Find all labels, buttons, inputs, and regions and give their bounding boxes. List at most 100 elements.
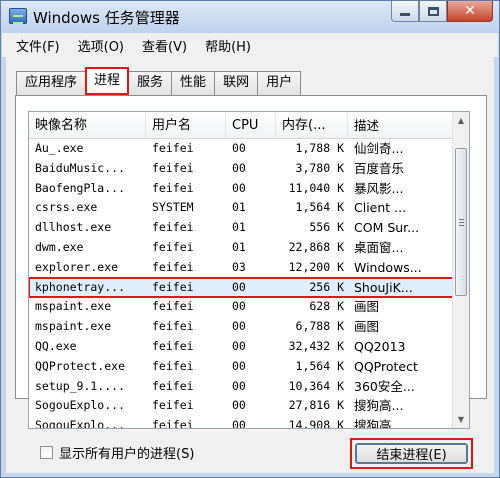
process-user: feifei: [152, 259, 194, 274]
process-description: 搜狗高...: [354, 418, 404, 429]
task-manager-window: Windows 任务管理器 ✕ 文件(F) 选项(O) 查看(V) 帮助(H) …: [0, 0, 500, 478]
process-description: 仙剑奇...: [354, 141, 404, 156]
tab-applications[interactable]: 应用程序: [16, 71, 87, 95]
column-cpu[interactable]: CPU: [226, 112, 276, 139]
process-cpu: 00: [232, 279, 246, 294]
close-icon: ✕: [464, 3, 476, 19]
process-row[interactable]: kphonetray... feifei 00 256 K ShouJiK...: [29, 276, 454, 299]
process-user: feifei: [152, 338, 194, 353]
tab-strip: 应用程序 进程 服务 性能 联网 用户: [16, 67, 302, 95]
process-cpu: 00: [232, 319, 246, 334]
process-name: setup_9.1....: [35, 378, 126, 393]
process-name: Au_.exe: [35, 141, 84, 155]
client-area: 应用程序 进程 服务 性能 联网 用户 映像名称 用户名 CPU 内存(... …: [6, 57, 494, 473]
scrollbar-grip-icon: [459, 219, 464, 226]
process-user: feifei: [152, 299, 194, 314]
process-user: feifei: [152, 239, 194, 254]
process-description: 暴风影...: [354, 180, 404, 196]
process-name: dwm.exe: [35, 239, 84, 254]
tab-users[interactable]: 用户: [257, 71, 302, 95]
process-description: 画图: [354, 299, 380, 315]
process-list[interactable]: 映像名称 用户名 CPU 内存(... 描述 Au_.exefeifei 00 1,…: [28, 111, 470, 429]
process-row[interactable]: csrss.exe SYSTEM 01 1,564 K Client ...: [29, 198, 453, 218]
menu-options[interactable]: 选项(O): [70, 36, 134, 55]
process-row[interactable]: QQ.exe feifei 00 32,432 K QQ2013: [29, 337, 453, 357]
show-all-users-option[interactable]: 显示所有用户的进程(S): [40, 443, 194, 462]
process-user: SYSTEM: [152, 200, 194, 215]
process-name: QQProtect.exe: [35, 358, 126, 373]
process-row[interactable]: BaofengPla... feifei 00 11,040 K 暴风影...: [29, 179, 453, 199]
close-button[interactable]: ✕: [447, 1, 493, 22]
scrollbar-thumb[interactable]: [455, 148, 467, 296]
process-row[interactable]: QQProtect.exe feifei 00 1,564 K QQProtect: [29, 357, 453, 377]
tab-services[interactable]: 服务: [128, 71, 173, 95]
tab-networking[interactable]: 联网: [214, 71, 259, 95]
scroll-down-arrow-icon[interactable]: ▼: [453, 411, 469, 428]
process-memory: 27,816 K: [288, 398, 344, 413]
process-list-header: 映像名称 用户名 CPU 内存(... 描述: [29, 112, 453, 139]
process-cpu: 00: [232, 418, 246, 429]
title-bar[interactable]: Windows 任务管理器 ✕: [1, 1, 499, 33]
process-user: feifei: [152, 220, 194, 235]
task-manager-app-icon: [9, 8, 27, 24]
tab-processes[interactable]: 进程: [85, 67, 130, 95]
process-name: BaiduMusic...: [35, 160, 126, 175]
end-process-button[interactable]: 结束进程(E): [355, 443, 468, 464]
process-memory: 10,364 K: [288, 378, 344, 393]
end-process-button-highlight: 结束进程(E): [350, 438, 473, 469]
process-memory: 1,564 K: [295, 200, 344, 215]
process-name: dllhost.exe: [35, 220, 112, 235]
column-description[interactable]: 描述: [348, 112, 453, 139]
process-name: SogouExplo...: [35, 398, 126, 413]
process-name: explorer.exe: [35, 259, 119, 274]
process-description: ShouJiK...: [354, 279, 413, 295]
process-cpu: 00: [232, 378, 246, 393]
vertical-scrollbar[interactable]: ▲ ▼: [452, 112, 469, 428]
process-cpu: 01: [232, 220, 246, 235]
process-memory: 1,564 K: [295, 358, 344, 373]
process-cpu: 00: [232, 180, 246, 195]
process-cpu: 01: [232, 200, 246, 215]
process-name: BaofengPla...: [35, 180, 126, 195]
process-description: QQ2013: [354, 338, 406, 354]
process-description: 搜狗高...: [354, 398, 404, 414]
show-all-users-checkbox[interactable]: [40, 446, 53, 459]
minimize-icon: [400, 12, 410, 16]
process-memory: 14,908 K: [288, 418, 344, 429]
scroll-up-arrow-icon[interactable]: ▲: [453, 112, 469, 129]
tab-performance[interactable]: 性能: [171, 71, 216, 95]
process-description: Client ...: [354, 200, 407, 216]
process-row[interactable]: setup_9.1.... feifei 00 10,364 K 360安全...: [29, 377, 453, 397]
show-all-users-label: 显示所有用户的进程(S): [59, 447, 195, 462]
menu-file[interactable]: 文件(F): [8, 36, 70, 55]
process-memory: 6,788 K: [295, 319, 344, 334]
process-row[interactable]: mspaint.exe feifei 00 6,788 K 画图: [29, 317, 453, 337]
process-row[interactable]: mspaint.exe feifei 00 628 K 画图: [29, 297, 453, 317]
process-cpu: 00: [232, 338, 246, 353]
process-rows: Au_.exefeifei 00 1,788 K 仙剑奇... BaiduMusic..…: [29, 139, 454, 429]
process-memory: 12,200 K: [288, 259, 344, 274]
process-user: feifei: [152, 319, 194, 334]
process-memory: 22,868 K: [288, 239, 344, 254]
process-row[interactable]: SogouExplo... feifei 00 14,908 K 搜狗高...: [29, 416, 453, 429]
process-description: 360安全...: [354, 378, 415, 394]
process-row[interactable]: dllhost.exe feifei 01 556 K COM Sur...: [29, 218, 453, 238]
process-description: QQProtect: [354, 358, 418, 374]
process-row[interactable]: SogouExplo... feifei 00 27,816 K 搜狗高...: [29, 396, 453, 416]
column-user-name[interactable]: 用户名: [146, 112, 226, 139]
process-row[interactable]: explorer.exe feifei 03 12,200 K Windows...: [29, 258, 453, 278]
maximize-button[interactable]: [419, 1, 447, 22]
process-row[interactable]: dwm.exe feifei 01 22,868 K 桌面窗...: [29, 238, 453, 258]
process-name: mspaint.exe: [35, 299, 112, 314]
process-description: 桌面窗...: [354, 239, 404, 255]
process-memory: 3,780 K: [295, 160, 344, 175]
process-memory: 556 K: [309, 220, 344, 235]
menu-view[interactable]: 查看(V): [134, 36, 197, 55]
column-memory[interactable]: 内存(...: [276, 112, 348, 139]
process-row[interactable]: BaiduMusic... feifei 00 3,780 K 百度音乐: [29, 159, 453, 179]
column-image-name[interactable]: 映像名称: [29, 112, 146, 139]
process-memory: 1,788 K: [295, 141, 344, 155]
minimize-button[interactable]: [391, 1, 419, 22]
process-row[interactable]: Au_.exe feifei 00 1,788 K 仙剑奇...: [29, 139, 453, 159]
menu-help[interactable]: 帮助(H): [197, 36, 261, 55]
